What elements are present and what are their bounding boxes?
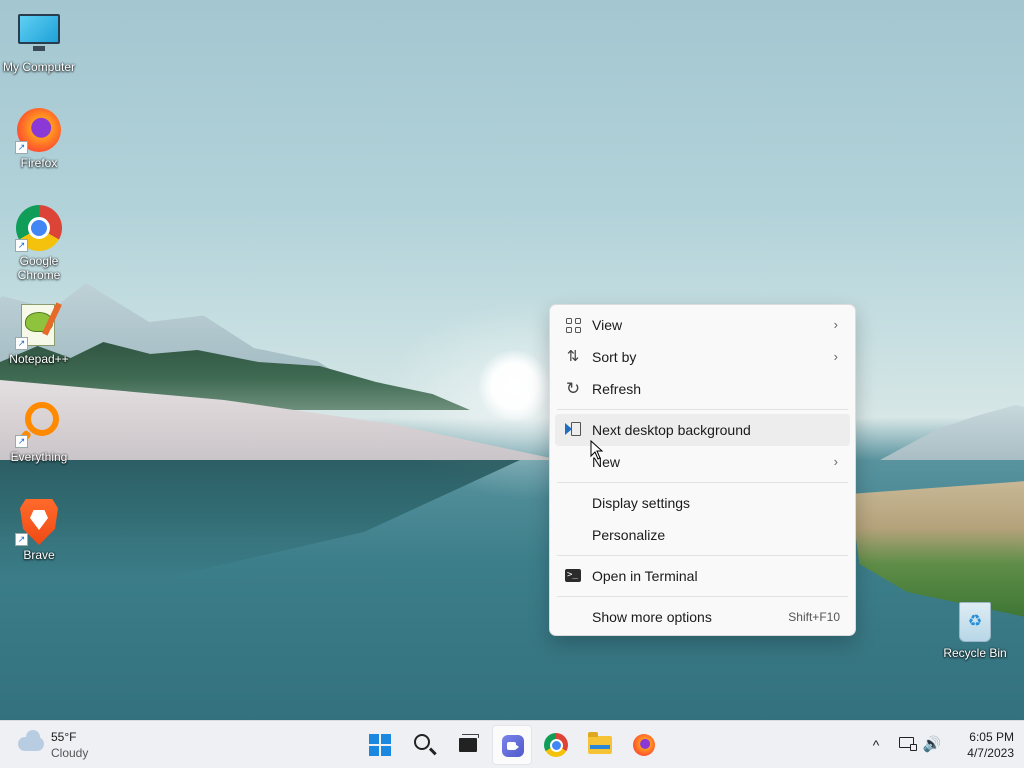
teams-chat-icon [502, 735, 524, 757]
menu-item-personalize[interactable]: Personalize [555, 519, 850, 551]
shortcut-arrow-icon: ↗ [15, 435, 28, 448]
cloud-icon [18, 730, 44, 751]
clock-date: 4/7/2023 [967, 746, 1014, 760]
menu-separator [557, 555, 848, 556]
menu-item-view[interactable]: View › [555, 309, 850, 341]
menu-item-display-settings[interactable]: Display settings [555, 487, 850, 519]
chevron-right-icon: › [833, 349, 838, 364]
terminal-icon: >_ [565, 569, 581, 582]
file-explorer-button[interactable] [580, 725, 620, 765]
desktop-icon-label: Firefox [20, 156, 58, 170]
desktop-icon-label: Google Chrome [17, 254, 61, 282]
desktop-icon-firefox[interactable]: ↗ Firefox [0, 106, 78, 170]
task-view-icon [459, 734, 479, 752]
menu-item-label: Refresh [592, 381, 642, 397]
recycle-bin-icon: ♻ [951, 596, 999, 644]
desktop-context-menu: View › ⇅ Sort by › ↻ Refresh Next deskto… [549, 304, 856, 636]
search-icon [414, 734, 430, 750]
system-clock[interactable]: 6:05 PM 4/7/2023 [950, 729, 1014, 761]
menu-item-label: View [592, 317, 623, 333]
desktop-icon-label: My Computer [2, 60, 76, 74]
menu-item-sort-by[interactable]: ⇅ Sort by › [555, 341, 850, 373]
desktop-icon-label: Recycle Bin [943, 646, 1007, 660]
search-button[interactable] [404, 725, 444, 765]
volume-icon[interactable]: 🔊 [922, 735, 942, 755]
shortcut-arrow-icon: ↗ [15, 533, 28, 546]
windows-start-icon [369, 734, 391, 756]
file-explorer-icon [588, 732, 612, 754]
start-button[interactable] [360, 725, 400, 765]
network-icon[interactable] [898, 735, 918, 755]
chrome-icon: ↗ [15, 204, 63, 252]
menu-separator [557, 409, 848, 410]
menu-item-open-in-terminal[interactable]: >_ Open in Terminal [555, 560, 850, 592]
task-view-button[interactable] [448, 725, 488, 765]
wallpaper-mountain-right [880, 405, 1024, 460]
menu-item-label: Next desktop background [592, 422, 751, 438]
menu-item-refresh[interactable]: ↻ Refresh [555, 373, 850, 405]
desktop-wallpaper[interactable]: My Computer ↗ Firefox ↗ Google Chrome ↗ … [0, 0, 1024, 720]
menu-item-label: Personalize [592, 527, 666, 543]
desktop-icon-label: Brave [23, 548, 55, 562]
shortcut-arrow-icon: ↗ [15, 141, 28, 154]
menu-item-label: Open in Terminal [592, 568, 698, 584]
refresh-icon: ↻ [565, 379, 581, 398]
firefox-icon [633, 734, 655, 756]
desktop-icon-brave[interactable]: ↗ Brave [0, 498, 78, 562]
menu-item-label: Display settings [592, 495, 691, 511]
monitor-icon [15, 10, 63, 58]
wallpaper-water-reflection [0, 460, 520, 580]
firefox-taskbar-button[interactable] [624, 725, 664, 765]
notepad-plus-plus-icon: ↗ [15, 302, 63, 350]
shortcut-arrow-icon: ↗ [15, 337, 28, 350]
clock-time: 6:05 PM [969, 730, 1014, 744]
shortcut-arrow-icon: ↗ [15, 239, 28, 252]
desktop-icon-label: Everything [10, 450, 68, 464]
chevron-right-icon: › [833, 454, 838, 469]
weather-temperature: 55°F [51, 730, 77, 744]
desktop-icon-recycle-bin[interactable]: ♻ Recycle Bin [936, 596, 1014, 660]
desktop-icon-label: Notepad++ [9, 352, 69, 366]
firefox-icon: ↗ [15, 106, 63, 154]
desktop-icon-notepad-plus-plus[interactable]: ↗ Notepad++ [0, 302, 78, 366]
chevron-right-icon: › [833, 317, 838, 332]
chrome-taskbar-button[interactable] [536, 725, 576, 765]
weather-widget[interactable]: 55°F Cloudy [16, 729, 126, 761]
menu-separator [557, 596, 848, 597]
brave-icon: ↗ [15, 498, 63, 546]
desktop-icon-everything[interactable]: ↗ Everything [0, 400, 78, 464]
menu-item-show-more-options[interactable]: Show more options Shift+F10 [555, 601, 850, 633]
teams-chat-button[interactable] [492, 725, 532, 765]
grid-view-icon [566, 318, 581, 333]
menu-separator [557, 482, 848, 483]
sort-arrows-icon: ⇅ [566, 348, 580, 365]
mouse-cursor-icon [590, 440, 604, 460]
chrome-icon [544, 733, 568, 757]
desktop-icon-google-chrome[interactable]: ↗ Google Chrome [0, 204, 78, 282]
weather-condition: Cloudy [51, 746, 89, 760]
menu-item-label: Sort by [592, 349, 637, 365]
everything-search-icon: ↗ [14, 400, 63, 449]
menu-item-shortcut: Shift+F10 [788, 610, 840, 624]
menu-item-label: Show more options [592, 609, 712, 625]
desktop-icon-my-computer[interactable]: My Computer [0, 10, 78, 74]
next-background-icon [565, 421, 581, 439]
taskbar: 55°F Cloudy ^ 🔊 6:05 PM 4/7/2023 [0, 720, 1024, 768]
show-hidden-icons-button[interactable]: ^ [866, 735, 886, 755]
wallpaper-sun [478, 350, 550, 422]
